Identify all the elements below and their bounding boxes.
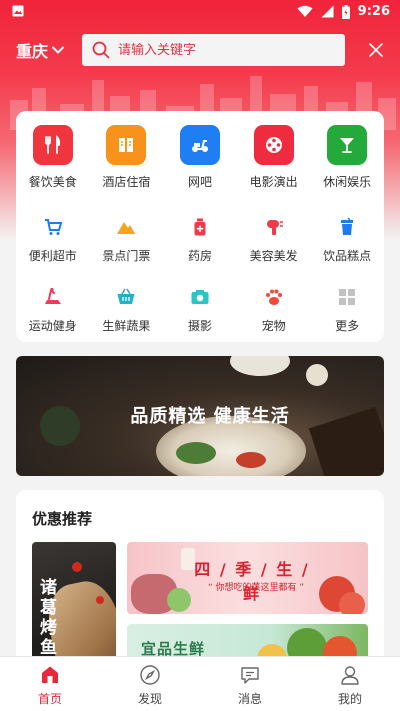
bottom-tab-bar: 首页 发现 消息 我的 bbox=[0, 656, 400, 711]
tab-home[interactable]: 首页 bbox=[0, 657, 100, 711]
hotel-icon bbox=[106, 125, 147, 165]
category-movies[interactable]: 电影演出 bbox=[237, 125, 311, 190]
category-dining[interactable]: 餐饮美食 bbox=[16, 125, 90, 190]
category-label: 生鲜蔬果 bbox=[102, 319, 151, 333]
tab-label: 我的 bbox=[337, 692, 362, 706]
category-row-primary: 餐饮美食 酒店住宿 网吧 电影演出 休闲娱乐 bbox=[16, 125, 384, 190]
category-fresh-produce[interactable]: 生鲜蔬果 bbox=[90, 285, 164, 334]
close-icon[interactable] bbox=[366, 40, 386, 60]
category-label: 景点门票 bbox=[102, 249, 151, 263]
compass-icon bbox=[140, 665, 160, 685]
message-icon bbox=[241, 667, 259, 684]
banner-greens-decoration bbox=[176, 442, 216, 464]
camera-icon bbox=[188, 285, 212, 309]
drink-cup-icon bbox=[335, 215, 359, 239]
category-label: 便利超市 bbox=[28, 249, 77, 263]
signal-icon bbox=[321, 5, 334, 18]
user-icon bbox=[341, 666, 359, 685]
banner-tomato-decoration bbox=[236, 452, 266, 468]
search-icon bbox=[92, 41, 110, 59]
hair-dryer-icon bbox=[262, 215, 286, 239]
search-box[interactable] bbox=[82, 34, 345, 66]
wifi-icon bbox=[297, 5, 313, 17]
treadmill-icon bbox=[41, 285, 65, 309]
category-row-tertiary: 运动健身 生鲜蔬果 摄影 宠物 更多 bbox=[16, 285, 384, 334]
promo-banner[interactable]: 品质精选 健康生活 bbox=[16, 356, 384, 476]
scooter-icon bbox=[179, 125, 220, 165]
category-label: 摄影 bbox=[187, 319, 212, 333]
category-label: 餐饮美食 bbox=[28, 175, 77, 189]
tab-messages[interactable]: 消息 bbox=[200, 657, 300, 711]
promo-card-subtitle: “ 你想吃的菜这里都有 ” bbox=[207, 583, 305, 593]
category-supermarket[interactable]: 便利超市 bbox=[16, 215, 90, 264]
city-label: 重庆 bbox=[16, 42, 49, 61]
chili-decoration bbox=[72, 562, 82, 572]
banner-cup-decoration bbox=[306, 364, 328, 386]
banner-title: 品质精选 健康生活 bbox=[130, 406, 290, 427]
tab-discover[interactable]: 发现 bbox=[100, 657, 200, 711]
basket-icon bbox=[114, 285, 138, 309]
category-pets[interactable]: 宠物 bbox=[237, 285, 311, 334]
category-label: 运动健身 bbox=[28, 319, 77, 333]
section-title: 优惠推荐 bbox=[32, 510, 93, 528]
category-panel: 餐饮美食 酒店住宿 网吧 电影演出 休闲娱乐 便利超市 景点门票 药房 美容美发… bbox=[16, 111, 384, 342]
clock: 9:26 bbox=[357, 4, 390, 19]
battery-icon bbox=[341, 4, 350, 19]
paw-icon bbox=[262, 285, 286, 309]
search-input[interactable] bbox=[118, 42, 318, 58]
status-bar: 9:26 bbox=[0, 0, 400, 24]
tab-label: 发现 bbox=[137, 692, 162, 706]
chili-decoration bbox=[96, 596, 104, 604]
fork-knife-icon bbox=[32, 125, 73, 165]
category-label: 休闲娱乐 bbox=[323, 175, 372, 189]
tab-label: 消息 bbox=[237, 692, 262, 706]
category-leisure[interactable]: 休闲娱乐 bbox=[310, 125, 384, 190]
top-bar: 重庆 bbox=[0, 32, 400, 68]
category-label: 更多 bbox=[335, 319, 360, 333]
category-internet-cafe[interactable]: 网吧 bbox=[163, 125, 237, 190]
home-icon bbox=[42, 666, 58, 683]
cart-icon bbox=[41, 215, 65, 239]
tab-label: 首页 bbox=[37, 692, 62, 706]
category-label: 网吧 bbox=[187, 175, 212, 189]
category-label: 饮品糕点 bbox=[323, 249, 372, 263]
category-label: 药房 bbox=[187, 249, 212, 263]
category-fitness[interactable]: 运动健身 bbox=[16, 285, 90, 334]
category-more[interactable]: 更多 bbox=[310, 285, 384, 334]
promo-card-title: 诸葛烤鱼 bbox=[40, 578, 57, 658]
category-label: 电影演出 bbox=[249, 175, 298, 189]
grid-icon bbox=[335, 285, 359, 309]
cocktail-icon bbox=[327, 125, 368, 165]
promo-card-four-seasons[interactable]: 四 / 季 / 生 / 鲜 “ 你想吃的菜这里都有 ” bbox=[127, 542, 368, 614]
category-photography[interactable]: 摄影 bbox=[163, 285, 237, 334]
category-label: 酒店住宿 bbox=[102, 175, 151, 189]
category-row-secondary: 便利超市 景点门票 药房 美容美发 饮品糕点 bbox=[16, 215, 384, 264]
category-label: 美容美发 bbox=[249, 249, 298, 263]
tab-profile[interactable]: 我的 bbox=[300, 657, 400, 711]
category-drinks[interactable]: 饮品糕点 bbox=[310, 215, 384, 264]
city-selector[interactable]: 重庆 bbox=[16, 38, 65, 62]
film-reel-icon bbox=[253, 125, 294, 165]
category-hotel[interactable]: 酒店住宿 bbox=[90, 125, 164, 190]
banner-bowl-decoration bbox=[230, 356, 290, 376]
image-notification-icon bbox=[12, 5, 24, 17]
category-tickets[interactable]: 景点门票 bbox=[90, 215, 164, 264]
category-pharmacy[interactable]: 药房 bbox=[163, 215, 237, 264]
mountain-icon bbox=[114, 215, 138, 239]
chevron-down-icon bbox=[52, 46, 65, 54]
medicine-bottle-icon bbox=[188, 215, 212, 239]
category-beauty[interactable]: 美容美发 bbox=[237, 215, 311, 264]
tomato-image bbox=[339, 592, 365, 614]
category-label: 宠物 bbox=[261, 319, 286, 333]
